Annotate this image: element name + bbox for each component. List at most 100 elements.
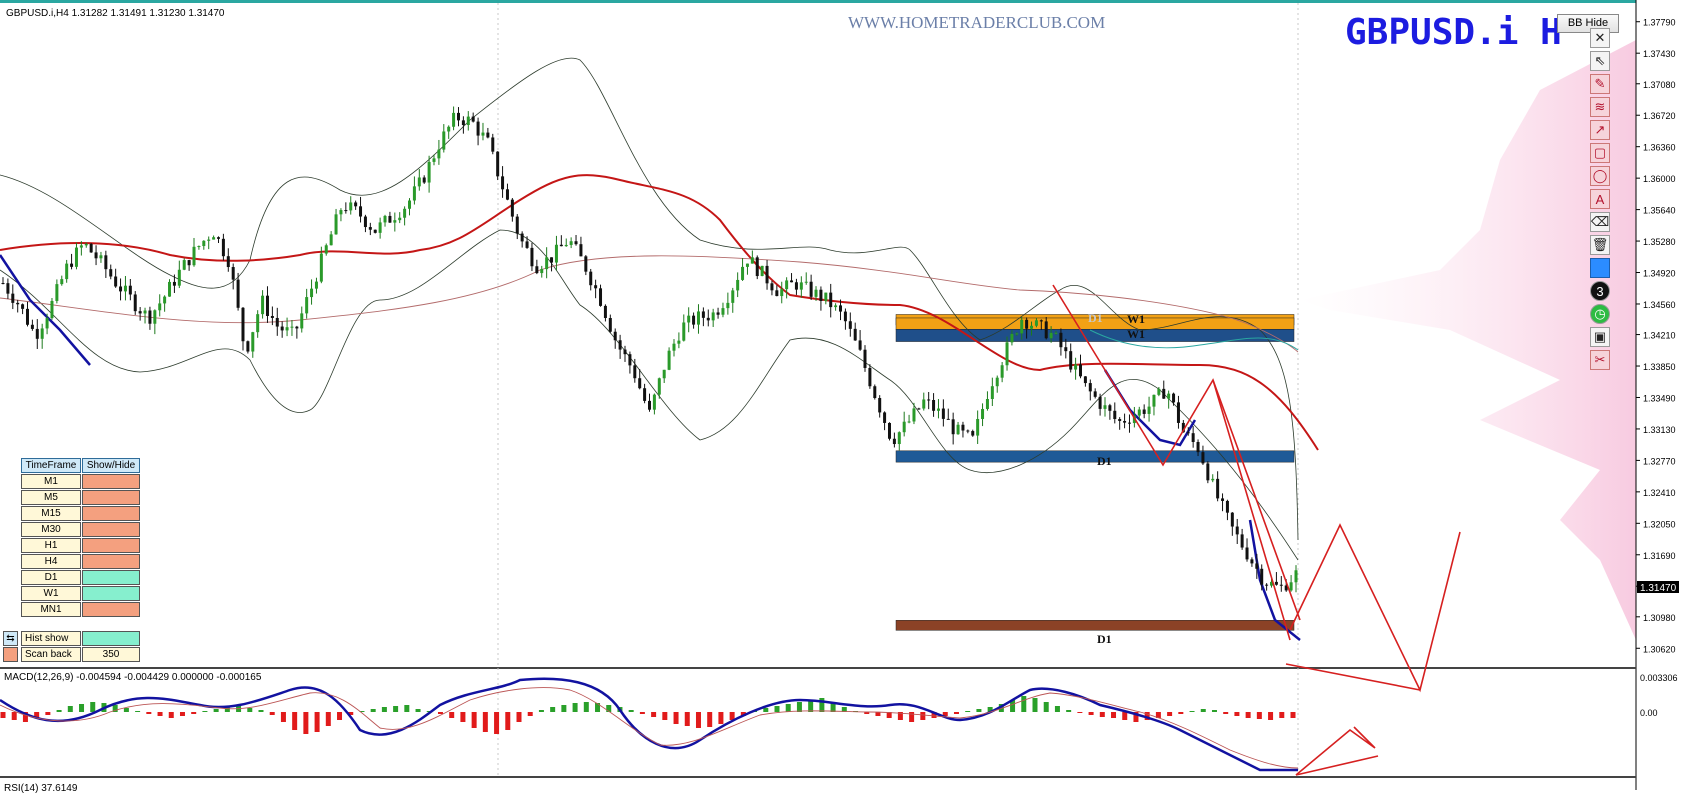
bear-candle <box>603 305 607 319</box>
bear-candle <box>873 386 877 399</box>
bear-candle <box>217 237 220 239</box>
scan-back-input[interactable]: 350 <box>82 647 140 662</box>
trend-line <box>0 254 1301 641</box>
macd-bar <box>1167 712 1173 716</box>
timeframe-toggle[interactable] <box>82 538 140 553</box>
bull-candle <box>540 269 544 274</box>
timeframe-toggle[interactable] <box>82 522 140 537</box>
timeframe-header-label: TimeFrame <box>21 458 81 473</box>
bear-candle <box>1250 559 1254 564</box>
pencil-icon[interactable]: ✎ <box>1590 74 1610 94</box>
macd-bar <box>381 707 387 712</box>
macd-bar <box>1189 711 1195 712</box>
bear-candle <box>701 311 705 318</box>
scan-back-row: Scan back 350 <box>3 647 140 662</box>
macd-bar <box>471 712 477 728</box>
price-tick-label: 1.37430 <box>1643 49 1676 59</box>
macd-bar <box>785 704 791 712</box>
bull-candle <box>447 126 451 132</box>
bear-candle <box>354 202 358 207</box>
arrow-icon[interactable]: ↗ <box>1590 120 1610 140</box>
zigzag-icon[interactable]: ≋ <box>1590 97 1610 117</box>
macd-bar <box>920 712 926 720</box>
bull-candle <box>40 328 44 339</box>
macd-bar <box>550 707 556 712</box>
macd-bar <box>494 712 500 734</box>
bear-candle <box>1225 500 1229 513</box>
line-width-icon[interactable]: 3 <box>1590 281 1610 301</box>
settings-icon[interactable]: ⇆ <box>3 631 18 646</box>
color-icon[interactable] <box>1590 258 1610 278</box>
price-tick-label: 1.34210 <box>1643 331 1676 341</box>
cursor-icon[interactable]: ⇖ <box>1590 51 1610 71</box>
bull-candle <box>168 281 172 297</box>
price-tick-label: 1.32770 <box>1643 456 1676 466</box>
timeframe-toggle[interactable] <box>82 554 140 569</box>
bull-candle <box>745 263 749 267</box>
bear-candle <box>1240 534 1244 548</box>
macd-bar <box>337 712 343 720</box>
bull-candle <box>902 421 906 433</box>
bear-candle <box>951 419 955 435</box>
bear-candle <box>638 378 642 389</box>
bull-candle <box>721 308 725 315</box>
bull-candle <box>990 386 994 399</box>
timeframe-toggle[interactable] <box>82 506 140 521</box>
bull-candle <box>677 340 681 344</box>
bull-candle <box>750 257 754 264</box>
macd-bar <box>213 709 219 712</box>
ellipse-icon[interactable]: ◯ <box>1590 166 1610 186</box>
bear-candle <box>1079 364 1082 377</box>
timeframe-row-mn1: MN1 <box>21 602 140 617</box>
macd-bar <box>538 710 544 712</box>
bull-candle <box>687 315 691 323</box>
bear-candle <box>422 177 426 183</box>
candlesticks <box>1 106 1298 593</box>
bear-candle <box>863 349 867 368</box>
bear-candle <box>1172 393 1176 403</box>
close-icon[interactable]: ✕ <box>1590 28 1610 48</box>
eraser-icon[interactable]: ⌫ <box>1590 212 1610 232</box>
timeframe-toggle[interactable] <box>82 474 140 489</box>
bear-candle <box>706 317 710 321</box>
trash-icon[interactable]: 🗑 <box>1590 235 1610 255</box>
timeframe-toggle[interactable] <box>82 570 140 585</box>
macd-bar <box>1032 698 1038 712</box>
bear-candle <box>1064 347 1068 352</box>
text-icon[interactable]: A <box>1590 189 1610 209</box>
price-tick-label: 1.33850 <box>1643 362 1676 372</box>
scissors-icon[interactable]: ✂ <box>1590 350 1610 370</box>
zone-label: D1 <box>1097 632 1112 646</box>
bear-candle <box>628 354 632 366</box>
price-chart[interactable]: D1 W1W1D1D1 1.377901.374301.370801.367201… <box>0 0 1681 798</box>
bear-candle <box>1221 498 1225 501</box>
clock-icon[interactable]: ◷ <box>1590 304 1610 324</box>
macd-bar <box>393 706 399 712</box>
macd-bar <box>1279 712 1285 718</box>
timeframe-toggle[interactable] <box>82 602 140 617</box>
timeframe-toggle[interactable] <box>82 586 140 601</box>
timeframe-label: W1 <box>21 586 81 601</box>
price-tick-label: 1.33130 <box>1643 425 1676 435</box>
bull-candle <box>393 220 397 223</box>
bull-candle <box>554 244 558 263</box>
projection-lines <box>1052 284 1461 776</box>
hist-show-toggle[interactable] <box>82 631 140 646</box>
macd-bar <box>1234 712 1240 716</box>
timeframe-toggle[interactable] <box>82 490 140 505</box>
macd-signal-lines <box>0 677 1299 772</box>
bull-candle <box>417 177 421 187</box>
price-tick-label: 1.35280 <box>1643 237 1676 247</box>
bear-candle <box>1039 320 1043 322</box>
scan-color-swatch[interactable] <box>3 647 18 662</box>
bear-candle <box>16 302 20 305</box>
macd-bar <box>56 710 62 712</box>
bull-candle <box>936 408 940 411</box>
bull-candle <box>569 241 573 245</box>
macd-bar <box>325 712 331 726</box>
rectangle-icon[interactable]: ▢ <box>1590 143 1610 163</box>
bull-candle <box>481 132 485 136</box>
bull-candle <box>45 318 49 329</box>
screenshot-icon[interactable]: ▣ <box>1590 327 1610 347</box>
macd-bar <box>168 712 174 718</box>
